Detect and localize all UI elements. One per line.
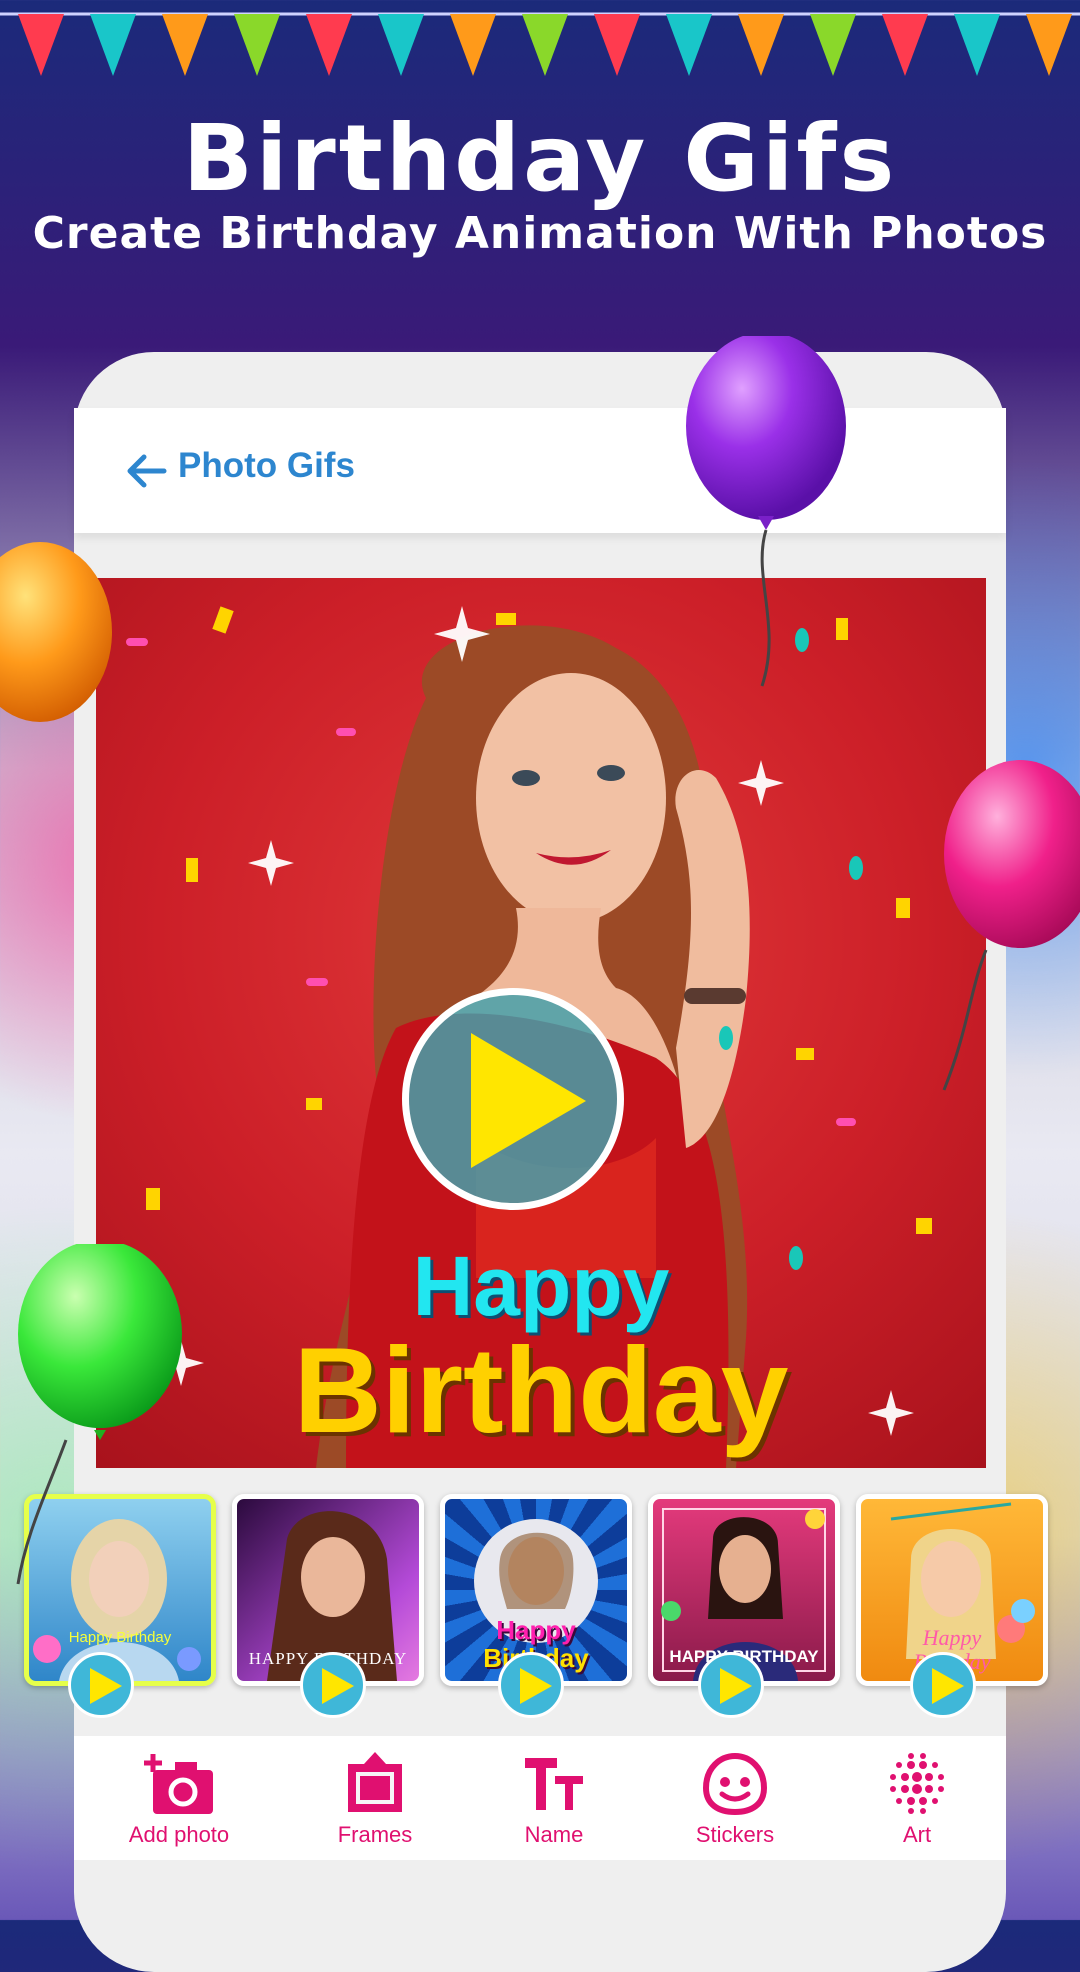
app-bar-title: Photo Gifs <box>178 446 355 485</box>
bunting-flag <box>666 14 712 76</box>
frames-button[interactable]: Frames <box>300 1750 450 1848</box>
thumbnail-play-button-5[interactable] <box>910 1652 976 1718</box>
bunting-flag <box>738 14 784 76</box>
art-icon <box>890 1753 944 1814</box>
bunting-flag <box>882 14 928 76</box>
name-label: Name <box>524 1822 584 1847</box>
sticker-icon <box>702 1752 768 1816</box>
thumbnail-caption: Happy Birthday <box>68 1629 172 1646</box>
bunting-flag <box>234 14 280 76</box>
arrow-left-icon[interactable] <box>122 446 172 496</box>
play-icon <box>322 1668 354 1704</box>
add-photo-button[interactable]: Add photo <box>104 1750 254 1848</box>
bunting-decoration <box>0 12 1080 76</box>
thumbnail-play-button-3[interactable] <box>498 1652 564 1718</box>
play-icon <box>720 1668 752 1704</box>
play-icon <box>520 1668 552 1704</box>
editor-toolbar: Add photo Frames Name Stickers Art <box>74 1736 1006 1860</box>
bunting-flag <box>162 14 208 76</box>
stickers-label: Stickers <box>695 1822 775 1847</box>
promo-subtitle: Create Birthday Animation With Photos <box>32 208 1048 259</box>
art-label: Art <box>902 1822 932 1847</box>
play-icon <box>932 1668 964 1704</box>
name-button[interactable]: Name <box>479 1750 629 1848</box>
bunting-flag <box>810 14 856 76</box>
stickers-button[interactable]: Stickers <box>660 1750 810 1848</box>
add-photo-label: Add photo <box>128 1822 230 1847</box>
art-button[interactable]: Art <box>842 1750 992 1848</box>
bunting-flag <box>522 14 568 76</box>
bunting-flag <box>306 14 352 76</box>
bunting-flag <box>594 14 640 76</box>
add-photo-icon <box>144 1754 213 1814</box>
bunting-flag <box>954 14 1000 76</box>
play-icon <box>471 1033 586 1168</box>
bunting-flag <box>90 14 136 76</box>
thumbnail-play-button-1[interactable] <box>68 1652 134 1718</box>
preview-birthday-text: Birthday <box>293 1322 789 1458</box>
thumbnail-caption-line1: Happy <box>496 1615 576 1645</box>
promo-title: Birthday Gifs <box>182 105 898 212</box>
bunting-flag <box>18 14 64 76</box>
thumbnail-caption-line1: Happy <box>922 1625 982 1650</box>
frames-label: Frames <box>337 1822 413 1847</box>
thumbnail-play-button-4[interactable] <box>698 1652 764 1718</box>
preview-play-button[interactable] <box>402 988 624 1210</box>
text-icon <box>525 1758 583 1810</box>
frame-icon <box>348 1752 402 1812</box>
thumbnail-play-button-2[interactable] <box>300 1652 366 1718</box>
bunting-flag <box>378 14 424 76</box>
purple-balloon <box>686 336 846 687</box>
pink-balloon <box>942 760 1080 1091</box>
bunting-flag <box>1026 14 1072 76</box>
bunting-flag <box>450 14 496 76</box>
orange-balloon <box>0 542 112 722</box>
app-bar: Photo Gifs <box>74 408 1006 533</box>
green-balloon <box>16 1244 182 1585</box>
play-icon <box>90 1668 122 1704</box>
